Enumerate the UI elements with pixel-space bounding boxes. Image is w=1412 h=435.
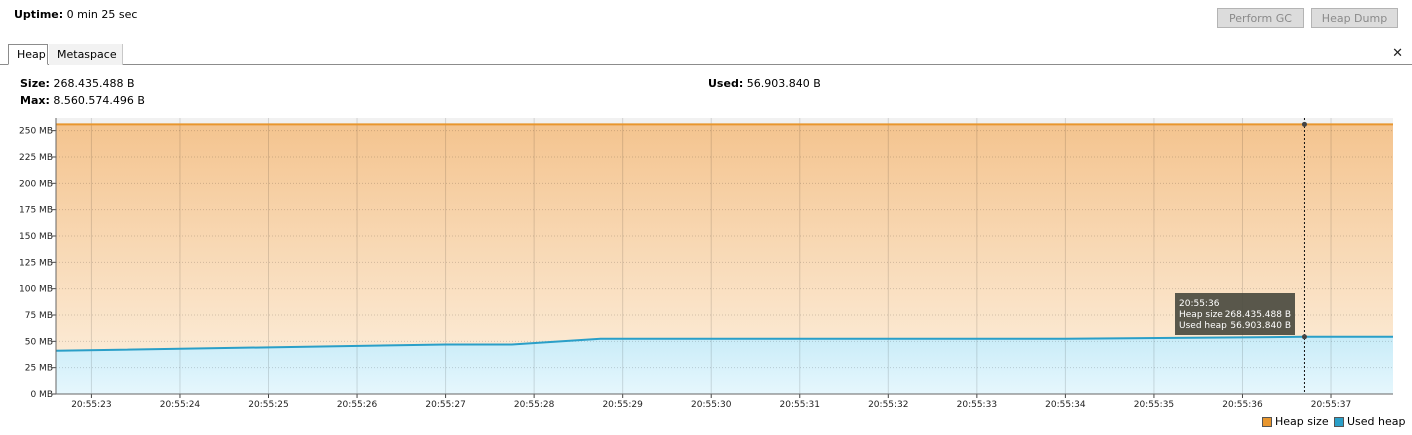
x-tick-label: 20:55:37 [1311, 400, 1351, 410]
y-tick-label: 25 MB [25, 364, 53, 374]
y-tick-label: 50 MB [25, 337, 53, 347]
x-tick-label: 20:55:35 [1134, 400, 1174, 410]
tab-heap[interactable]: Heap [8, 44, 48, 65]
legend-heap-size-label: Heap size [1275, 415, 1329, 428]
y-tick-label: 150 MB [19, 232, 53, 242]
x-tick-label: 20:55:34 [1045, 400, 1086, 410]
y-tick-label: 75 MB [25, 311, 53, 321]
tooltip-row-label: Used heap [1179, 321, 1227, 331]
cursor-used-point [1301, 334, 1307, 340]
tooltip-row-value: 268.435.488 B [1225, 310, 1291, 320]
y-tick-label: 175 MB [19, 206, 53, 216]
x-tick-label: 20:55:29 [602, 400, 643, 410]
y-tick-label: 225 MB [19, 153, 53, 163]
y-tick-label: 250 MB [19, 127, 53, 137]
x-tick-label: 20:55:31 [780, 400, 820, 410]
x-tick-label: 20:55:24 [160, 400, 201, 410]
x-tick-label: 20:55:25 [248, 400, 288, 410]
x-tick-label: 20:55:28 [514, 400, 555, 410]
y-tick-label: 100 MB [19, 285, 53, 295]
used-heap-swatch [1334, 416, 1344, 427]
x-tick-label: 20:55:26 [337, 400, 378, 410]
y-tick-label: 200 MB [19, 179, 53, 189]
y-tick-label: 125 MB [19, 258, 53, 268]
heap-size-swatch [1262, 416, 1272, 427]
cursor-heap-point [1301, 121, 1307, 127]
x-tick-label: 20:55:33 [957, 400, 997, 410]
x-tick-label: 20:55:36 [1222, 400, 1263, 410]
y-tick-label: 0 MB [30, 390, 53, 400]
heap-chart: 20:55:23 20:55:24 20:55:25 20:55:26 20:55:27… [19, 118, 1393, 410]
x-tick-label: 20:55:23 [71, 400, 111, 410]
x-tick-label: 20:55:27 [425, 400, 465, 410]
x-tick-label: 20:55:32 [868, 400, 908, 410]
legend-heap-size: Heap size [1262, 415, 1329, 428]
tooltip-time: 20:55:36 [1179, 299, 1220, 309]
x-tick-label: 20:55:30 [691, 400, 732, 410]
tooltip-row-label: Heap size [1179, 310, 1223, 320]
tooltip-row-value: 56.903.840 B [1230, 321, 1291, 331]
legend-used-heap: Used heap [1334, 415, 1406, 428]
legend-used-heap-label: Used heap [1347, 415, 1406, 428]
